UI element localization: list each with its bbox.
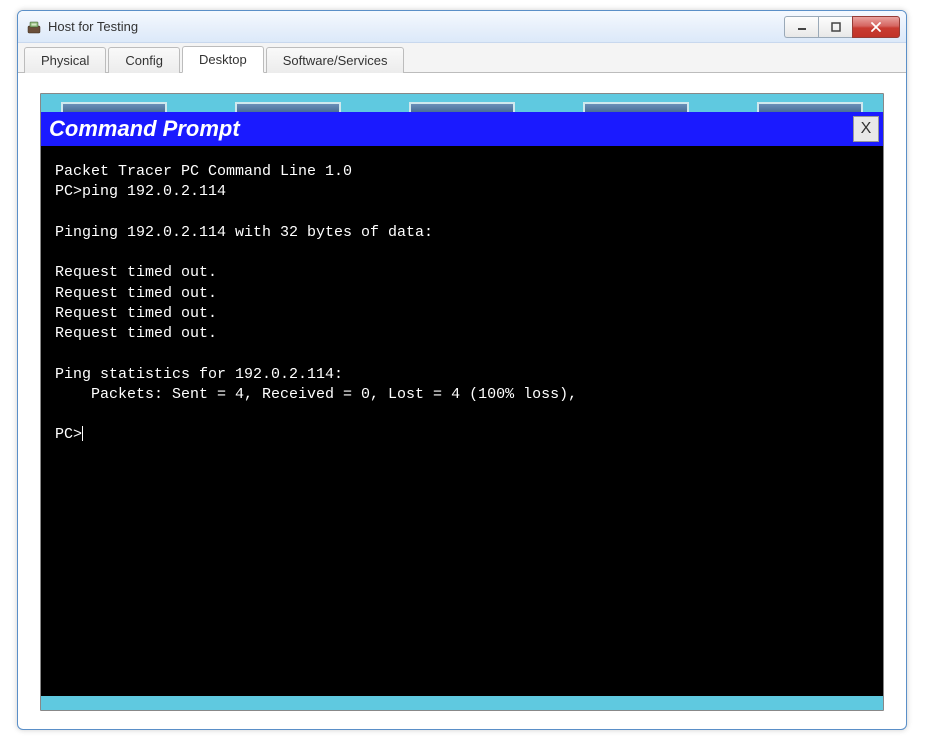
tab-bar: Physical Config Desktop Software/Service… <box>18 43 906 73</box>
command-prompt-titlebar[interactable]: Command Prompt X <box>41 112 883 146</box>
terminal-line: Ping statistics for 192.0.2.114: <box>55 366 343 383</box>
terminal-line: PC>ping 192.0.2.114 <box>55 183 226 200</box>
command-prompt-window: Command Prompt X Packet Tracer PC Comman… <box>41 112 883 696</box>
window-controls <box>784 16 900 38</box>
terminal-line: Request timed out. <box>55 285 217 302</box>
tab-config[interactable]: Config <box>108 47 180 73</box>
tab-desktop[interactable]: Desktop <box>182 46 264 73</box>
close-button[interactable] <box>852 16 900 38</box>
content-area: Command Prompt X Packet Tracer PC Comman… <box>18 73 906 729</box>
terminal-line: Packets: Sent = 4, Received = 0, Lost = … <box>55 386 577 403</box>
command-prompt-body[interactable]: Packet Tracer PC Command Line 1.0 PC>pin… <box>41 146 883 696</box>
maximize-button[interactable] <box>818 16 852 38</box>
window-titlebar[interactable]: Host for Testing <box>18 11 906 43</box>
terminal-line: Packet Tracer PC Command Line 1.0 <box>55 163 352 180</box>
desktop-tile[interactable] <box>583 102 689 112</box>
window-title: Host for Testing <box>48 19 784 34</box>
minimize-button[interactable] <box>784 16 818 38</box>
desktop-tile[interactable] <box>61 102 167 112</box>
tab-physical[interactable]: Physical <box>24 47 106 73</box>
command-prompt-title: Command Prompt <box>49 116 240 142</box>
terminal-line: Request timed out. <box>55 305 217 322</box>
terminal-prompt: PC> <box>55 426 82 443</box>
desktop-tile[interactable] <box>757 102 863 112</box>
desktop-tile[interactable] <box>235 102 341 112</box>
text-cursor <box>82 426 83 441</box>
desktop-tile-row <box>41 94 883 112</box>
tab-software-services[interactable]: Software/Services <box>266 47 405 73</box>
app-icon <box>26 19 42 35</box>
desktop-background: Command Prompt X Packet Tracer PC Comman… <box>40 93 884 711</box>
terminal-line: Pinging 192.0.2.114 with 32 bytes of dat… <box>55 224 433 241</box>
terminal-line: Request timed out. <box>55 325 217 342</box>
desktop-tile[interactable] <box>409 102 515 112</box>
application-window: Host for Testing Physical Config Desktop… <box>17 10 907 730</box>
command-prompt-close-button[interactable]: X <box>853 116 879 142</box>
terminal-line: Request timed out. <box>55 264 217 281</box>
